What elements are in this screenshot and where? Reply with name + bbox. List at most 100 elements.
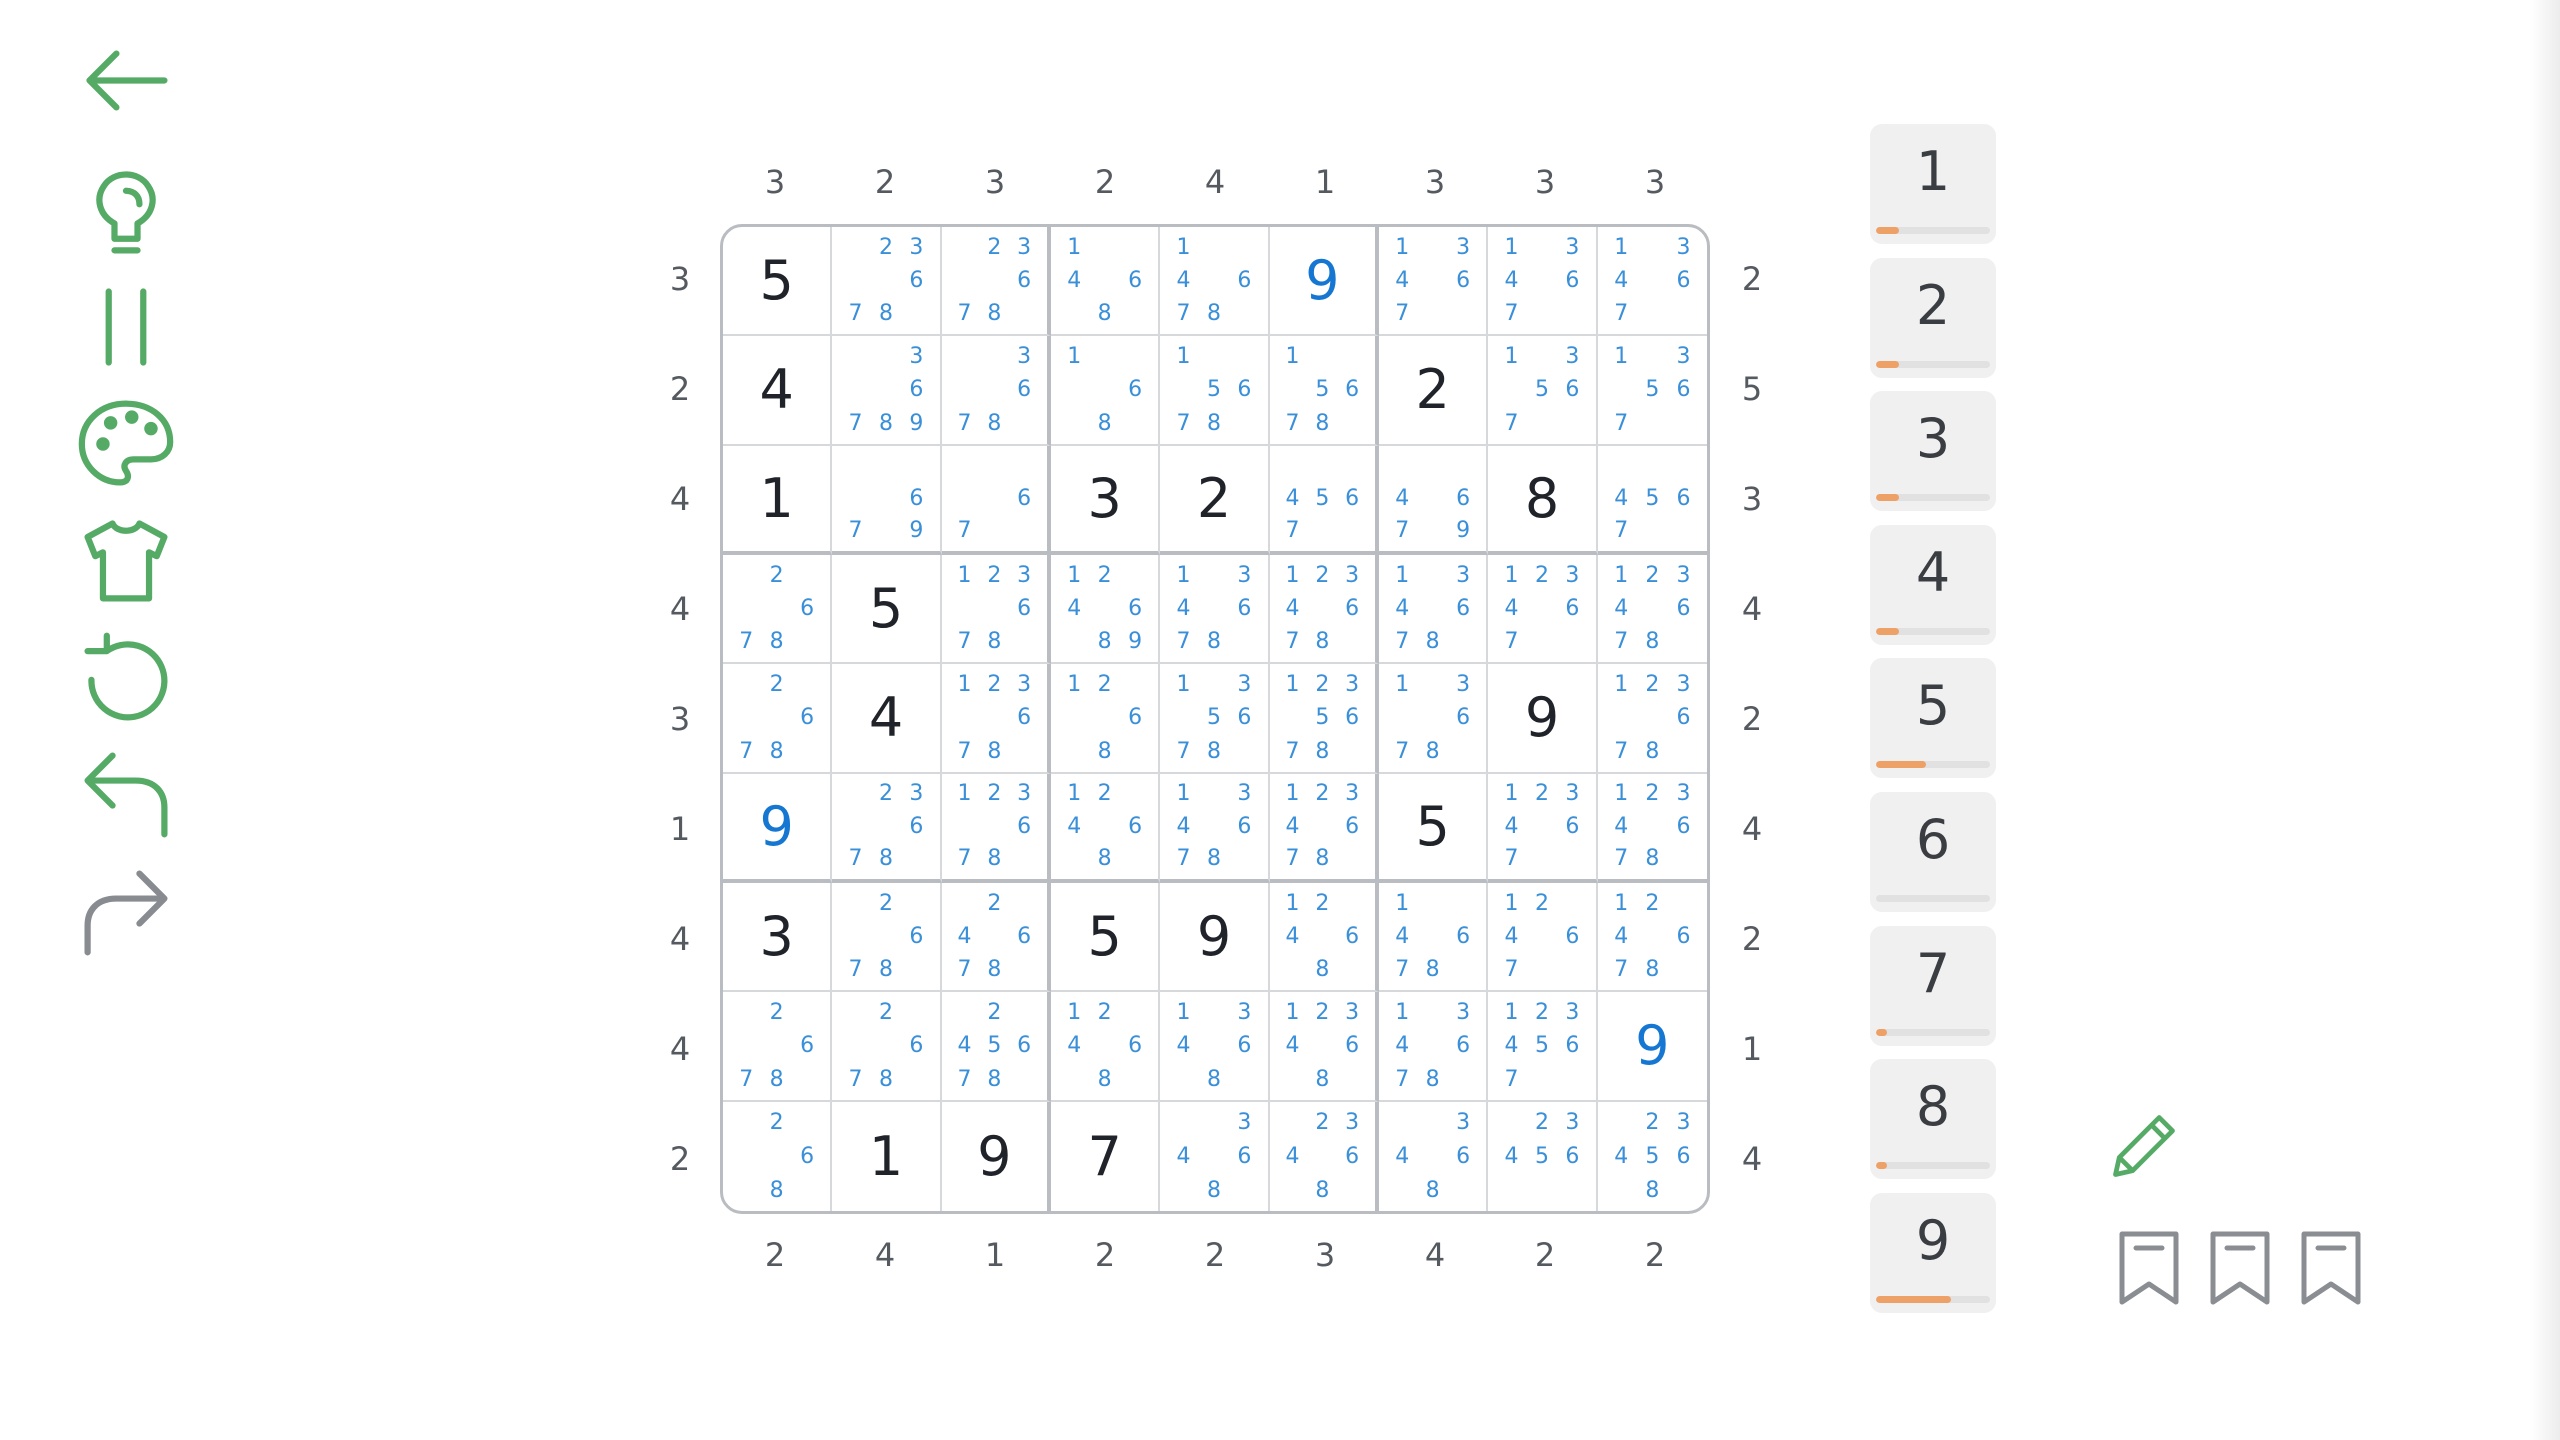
grid-cell[interactable]: 1 3 4 6 7 (1379, 227, 1489, 337)
grid-cell[interactable]: 1 3 4 6 7 (1488, 227, 1598, 337)
grid-cell[interactable]: 5 (723, 227, 833, 337)
grid-cell[interactable]: 12356 78 (1269, 664, 1379, 774)
grid-cell[interactable]: 5 (832, 555, 942, 665)
grid-cell[interactable]: 124 68 (1269, 883, 1379, 993)
grid-cell[interactable]: 23 6 78 (941, 227, 1051, 337)
grid-cell[interactable]: 124 68 (1051, 773, 1161, 883)
number-button-3[interactable]: 3 (1870, 391, 1996, 512)
grid-cell[interactable]: 67 (941, 445, 1051, 555)
redo-button[interactable] (70, 860, 182, 964)
grid-cell[interactable]: 23 6 78 (832, 227, 942, 337)
grid-cell[interactable]: 1268 (1051, 664, 1161, 774)
grid-cell[interactable]: 123 4 6 78 (1269, 555, 1379, 665)
grid-cell[interactable]: 1 3 4 6 7 (1597, 227, 1707, 337)
pause-button[interactable] (70, 276, 182, 380)
number-button-8[interactable]: 8 (1870, 1059, 1996, 1180)
grid-cell[interactable]: 123 6 78 (941, 664, 1051, 774)
back-button[interactable] (70, 40, 182, 144)
grid-cell[interactable]: 5 (1379, 773, 1489, 883)
notes-mode-button[interactable] (2106, 1108, 2182, 1184)
grid-cell[interactable]: 1 (832, 1101, 942, 1211)
grid-cell[interactable]: 1 3 4 6 78 (1379, 992, 1489, 1102)
grid-cell[interactable]: 8 (1488, 445, 1598, 555)
grid-cell[interactable]: 456 7 (1597, 446, 1707, 555)
grid-cell[interactable]: 9 (1160, 883, 1270, 993)
grid-cell[interactable]: 3 (723, 883, 833, 993)
grid-cell[interactable]: 123 4 6 78 (1597, 555, 1707, 665)
number-button-1[interactable]: 1 (1870, 124, 1996, 244)
grid-cell[interactable]: 1 356 7 (1597, 336, 1707, 446)
bookmark-2[interactable] (2205, 1228, 2275, 1308)
grid-cell[interactable]: 1 3 4 6 78 (1160, 773, 1270, 883)
restart-button[interactable] (70, 626, 182, 730)
grid-cell[interactable]: 4 (723, 336, 833, 446)
number-button-9[interactable]: 9 (1870, 1192, 1996, 1313)
grid-cell[interactable]: 123 6 78 (941, 773, 1051, 883)
grid-cell[interactable]: 3 (1051, 445, 1161, 555)
grid-cell[interactable]: 3 6 78 (941, 336, 1051, 446)
grid-cell[interactable]: 123 4 6 78 (1269, 773, 1379, 883)
grid-cell[interactable]: 5 (1051, 883, 1161, 993)
grid-cell[interactable]: 1 3 4 6 78 (1160, 555, 1270, 665)
grid-cell[interactable]: 3 4 68 (1379, 1101, 1489, 1211)
bookmark-1[interactable] (2114, 1228, 2184, 1308)
grid-cell[interactable]: 3 4 68 (1160, 1101, 1270, 1211)
skin-button[interactable] (70, 508, 182, 612)
grid-cell[interactable]: 1 4 6 78 (1379, 883, 1489, 993)
grid-cell[interactable]: 1 356 7 (1488, 336, 1598, 446)
grid-cell[interactable]: 156 78 (1160, 336, 1270, 446)
grid-cell[interactable]: 1 68 (1051, 336, 1161, 446)
number-button-2[interactable]: 2 (1870, 257, 1996, 378)
grid-cell[interactable]: 156 78 (1269, 336, 1379, 446)
grid-cell[interactable]: 23 4 68 (1270, 1101, 1379, 1211)
grid-cell[interactable]: 9 (1269, 227, 1379, 337)
grid-cell[interactable]: 4 (832, 664, 942, 774)
grid-cell[interactable]: 123 6 78 (941, 555, 1051, 665)
bookmark-3[interactable] (2296, 1228, 2366, 1308)
grid-cell[interactable]: 268 (723, 1101, 833, 1211)
grid-cell[interactable]: 2 (1379, 336, 1489, 446)
grid-cell[interactable]: 1 3 6 78 (1379, 664, 1489, 774)
grid-cell[interactable]: 23 4568 (1598, 1102, 1707, 1211)
grid-cell[interactable]: 7 (1051, 1101, 1161, 1211)
undo-button[interactable] (70, 742, 182, 846)
grid-cell[interactable]: 9 (1597, 992, 1707, 1102)
grid-cell[interactable]: 123 4 6 78 (1597, 774, 1707, 883)
grid-cell[interactable]: 26 78 (832, 883, 942, 993)
grid-cell[interactable]: 9 (942, 1101, 1051, 1211)
grid-cell[interactable]: 123 6 78 (1597, 664, 1707, 774)
grid-cell[interactable]: 6 7 9 (832, 445, 942, 555)
grid-cell[interactable]: 2 (1160, 445, 1270, 555)
grid-cell[interactable]: 456 7 (1269, 445, 1379, 555)
number-button-6[interactable]: 6 (1870, 792, 1996, 912)
grid-cell[interactable]: 1 356 78 (1160, 664, 1270, 774)
grid-cell[interactable]: 124 6 7 (1488, 883, 1598, 993)
number-button-7[interactable]: 7 (1870, 925, 1996, 1046)
grid-cell[interactable]: 123 4 6 7 (1488, 773, 1598, 883)
grid-cell[interactable]: 23 456 (1488, 1101, 1598, 1211)
number-button-5[interactable]: 5 (1870, 658, 1996, 779)
theme-button[interactable] (70, 392, 182, 496)
hint-button[interactable] (70, 158, 182, 262)
grid-cell[interactable]: 3 6 789 (832, 336, 942, 446)
grid-cell[interactable]: 26 78 (723, 992, 833, 1102)
grid-cell[interactable]: 1 3 4 68 (1160, 992, 1270, 1102)
grid-cell[interactable]: 24 6 78 (941, 883, 1051, 993)
grid-cell[interactable]: 123 456 7 (1488, 992, 1598, 1102)
grid-cell[interactable]: 124 6 78 (1597, 883, 1707, 993)
grid-cell[interactable]: 2456 78 (941, 992, 1051, 1102)
grid-cell[interactable]: 26 78 (723, 664, 833, 774)
grid-cell[interactable]: 124 689 (1051, 555, 1161, 665)
grid-cell[interactable]: 26 78 (832, 992, 942, 1102)
grid-cell[interactable]: 124 68 (1051, 992, 1161, 1102)
grid-cell[interactable]: 23 6 78 (832, 773, 942, 883)
number-button-4[interactable]: 4 (1870, 524, 1996, 645)
grid-cell[interactable]: 1 (723, 445, 833, 555)
grid-cell[interactable]: 26 78 (723, 555, 833, 665)
grid-cell[interactable]: 1 4 68 (1051, 227, 1161, 337)
grid-cell[interactable]: 4 6 7 9 (1379, 445, 1489, 555)
grid-cell[interactable]: 1 3 4 6 78 (1379, 555, 1489, 665)
grid-cell[interactable]: 9 (1488, 664, 1598, 774)
grid-cell[interactable]: 123 4 68 (1269, 992, 1379, 1102)
grid-cell[interactable]: 123 4 6 7 (1488, 555, 1598, 665)
